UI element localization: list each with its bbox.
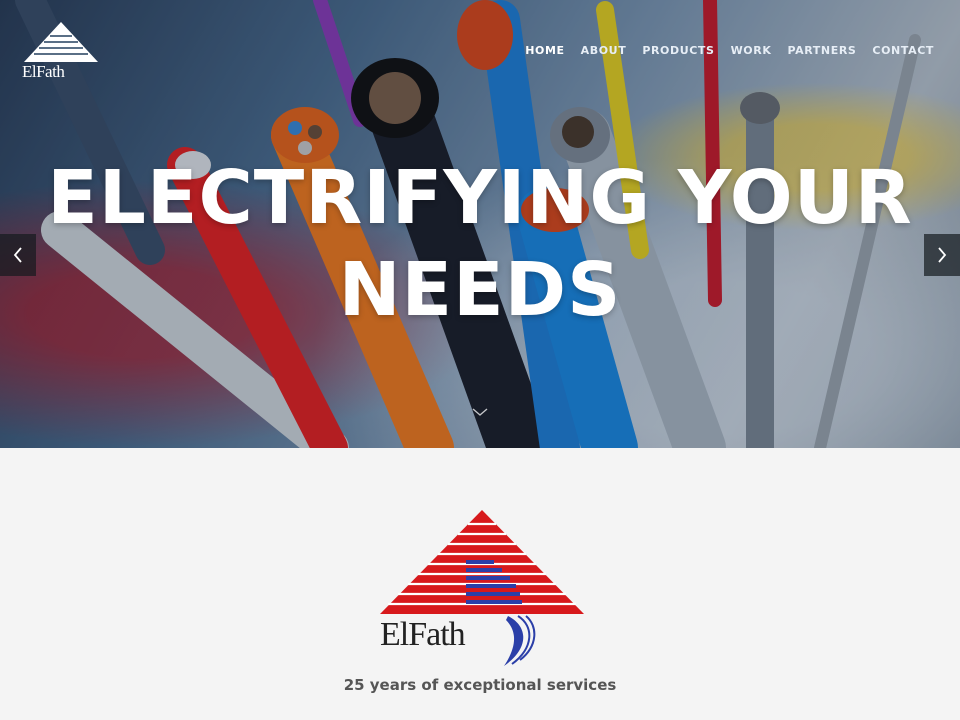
hero-headline-line1: ELECTRIFYING YOUR [47,155,913,241]
chevron-right-icon [938,247,947,263]
pyramid-logo-icon [24,22,98,62]
slider-next-button[interactable] [924,234,960,276]
hero-headline-line2: NEEDS [338,247,622,333]
main-navigation: HOME ABOUT PRODUCTS WORK PARTNERS CONTAC… [509,44,934,57]
hero-slider: ElFath HOME ABOUT PRODUCTS WORK PARTNERS… [0,0,960,448]
slider-prev-button[interactable] [0,234,36,276]
nav-about[interactable]: ABOUT [581,44,627,57]
nav-partners[interactable]: PARTNERS [787,44,856,57]
intro-section: ElFath 25 years of exceptional services [0,448,960,720]
nav-contact[interactable]: CONTACT [872,44,934,57]
header-logo[interactable]: ElFath [22,20,102,84]
chevron-down-icon[interactable] [471,406,489,418]
nav-products[interactable]: PRODUCTS [642,44,714,57]
logo-brand-text: ElFath [380,616,466,653]
hero-headline: ELECTRIFYING YOUR NEEDS [0,152,960,336]
nav-work[interactable]: WORK [731,44,772,57]
nav-home[interactable]: HOME [525,44,564,57]
chevron-left-icon [13,247,22,263]
header-brand-text: ElFath [22,62,65,81]
tagline: 25 years of exceptional services [343,676,617,694]
elfath-logo: ElFath [378,508,586,668]
